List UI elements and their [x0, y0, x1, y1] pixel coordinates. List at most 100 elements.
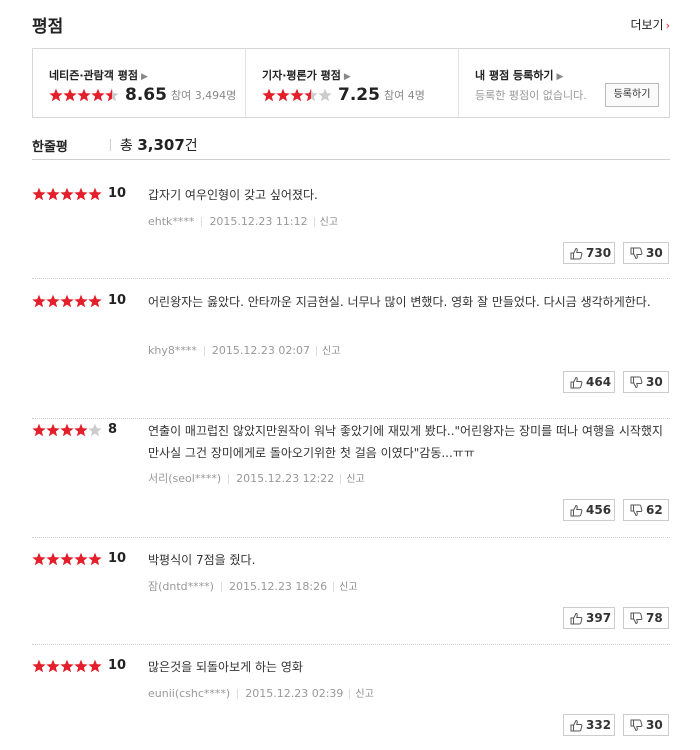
star-full-icon — [46, 659, 60, 673]
my-rating-note: 등록한 평점이 없습니다. — [475, 89, 587, 102]
my-rating-link[interactable]: 내 평점 등록하기 ▶ — [475, 67, 563, 83]
triangle-right-icon: ▶ — [140, 72, 148, 82]
dislike-count: 30 — [646, 246, 663, 260]
more-label: 더보기 — [630, 18, 664, 32]
thumbs-up-icon — [570, 375, 583, 395]
star-full-icon — [290, 88, 304, 102]
review-item: 10 박평식이 7점을 줬다. 잠(dntd****) 2015.12.23 18… — [32, 551, 670, 645]
star-full-icon — [32, 552, 46, 566]
review-user: ehtk**** — [148, 215, 195, 228]
like-count: 397 — [586, 611, 612, 625]
review-text: 연출이 매끄럽진 않았지만원작이 워낙 좋았기에 재밌게 봤다.."어린왕자는 … — [148, 424, 663, 460]
star-full-icon — [88, 187, 102, 201]
review-meta: khy8**** 2015.12.23 02:07 신고 — [148, 342, 340, 357]
thumbs-down-icon — [630, 246, 643, 266]
star-full-icon — [32, 187, 46, 201]
thumbs-up-icon — [570, 246, 583, 266]
review-item: 10 많은것을 되돌아보게 하는 영화 eunii(cshc****) 2015.… — [32, 658, 670, 747]
report-link[interactable]: 신고 — [339, 582, 357, 593]
star-empty-icon — [88, 423, 102, 437]
like-button[interactable]: 332 — [563, 714, 615, 736]
thumbs-up-icon — [570, 611, 583, 631]
report-link[interactable]: 신고 — [320, 217, 338, 228]
register-rating-button[interactable]: 등록하기 — [605, 83, 659, 107]
like-count: 456 — [586, 503, 612, 517]
netizen-rating-link[interactable]: 네티즌·관람객 평점 ▶ — [49, 67, 148, 83]
critic-rating-label: 기자·평론가 평점 — [262, 69, 341, 82]
review-star-rating — [32, 187, 102, 201]
star-half-icon — [105, 88, 119, 102]
star-full-icon — [276, 88, 290, 102]
review-user: khy8**** — [148, 344, 197, 357]
star-full-icon — [46, 294, 60, 308]
like-button[interactable]: 730 — [563, 242, 615, 264]
like-button[interactable]: 397 — [563, 607, 615, 629]
review-star-rating — [32, 659, 102, 673]
divider — [237, 689, 239, 699]
review-score: 10 — [108, 658, 127, 673]
thumbs-down-icon — [630, 375, 643, 395]
report-link[interactable]: 신고 — [346, 474, 364, 485]
divider — [228, 474, 230, 484]
netizen-rating: 네티즌·관람객 평점 ▶ 8.65 참여 3,494명 — [33, 49, 245, 117]
star-full-icon — [46, 552, 60, 566]
star-full-icon — [60, 552, 74, 566]
star-full-icon — [32, 294, 46, 308]
chevron-right-icon: › — [665, 19, 670, 32]
star-full-icon — [74, 187, 88, 201]
review-item: 8 연출이 매끄럽진 않았지만원작이 워낙 좋았기에 재밌게 봤다.."어린왕자… — [32, 422, 670, 538]
dislike-count: 30 — [646, 718, 663, 732]
critic-count: 참여 4명 — [383, 89, 425, 102]
netizen-count: 참여 3,494명 — [170, 89, 237, 102]
divider — [340, 474, 342, 484]
critic-star-rating — [262, 88, 332, 102]
review-score: 10 — [108, 293, 127, 308]
review-text: 많은것을 되돌아보게 하는 영화 — [148, 660, 303, 674]
dislike-button[interactable]: 30 — [623, 371, 669, 393]
critic-rating: 기자·평론가 평점 ▶ 7.25 참여 4명 — [245, 49, 458, 117]
more-link[interactable]: 더보기 › — [630, 16, 670, 33]
report-link[interactable]: 신고 — [355, 689, 373, 700]
review-date: 2015.12.23 18:26 — [228, 580, 328, 593]
review-meta: 잠(dntd****) 2015.12.23 18:26 신고 — [148, 578, 358, 594]
dislike-count: 62 — [646, 503, 663, 517]
dislike-button[interactable]: 62 — [623, 499, 669, 521]
star-full-icon — [88, 659, 102, 673]
review-star-rating — [32, 552, 102, 566]
critic-rating-link[interactable]: 기자·평론가 평점 ▶ — [262, 67, 351, 83]
thumbs-up-icon — [570, 503, 583, 523]
review-date: 2015.12.23 12:22 — [236, 472, 335, 485]
divider — [203, 346, 205, 356]
divider — [316, 346, 318, 356]
review-meta: eunii(cshc****) 2015.12.23 02:39 신고 — [148, 685, 374, 700]
dislike-button[interactable]: 78 — [623, 607, 669, 629]
dislike-count: 30 — [646, 375, 663, 389]
dislike-button[interactable]: 30 — [623, 714, 669, 736]
star-full-icon — [88, 552, 102, 566]
review-score: 10 — [108, 551, 127, 566]
review-meta: 서리(seol****) 2015.12.23 12:22 신고 — [148, 470, 365, 486]
like-count: 464 — [586, 375, 612, 389]
review-date: 2015.12.23 02:39 — [245, 687, 344, 700]
my-rating: 내 평점 등록하기 ▶ 등록한 평점이 없습니다. 등록하기 — [458, 49, 669, 117]
like-count: 730 — [586, 246, 612, 260]
report-link[interactable]: 신고 — [322, 346, 340, 357]
netizen-rating-label: 네티즌·관람객 평점 — [49, 69, 138, 82]
count-suffix: 건 — [184, 138, 198, 154]
review-meta: ehtk**** 2015.12.23 11:12 신고 — [148, 213, 338, 228]
star-full-icon — [63, 88, 77, 102]
like-button[interactable]: 456 — [563, 499, 615, 521]
count-prefix: 총 — [120, 138, 133, 154]
section-title: 평점 — [32, 17, 64, 37]
star-full-icon — [88, 294, 102, 308]
review-item: 10 어린왕자는 옳았다. 안타까운 지금현실. 너무나 많이 변했다. 영화 … — [32, 293, 670, 419]
dislike-button[interactable]: 30 — [623, 242, 669, 264]
one-liner-label: 한줄평 — [32, 140, 68, 155]
like-button[interactable]: 464 — [563, 371, 615, 393]
thumbs-down-icon — [630, 718, 643, 738]
star-full-icon — [74, 552, 88, 566]
star-full-icon — [74, 294, 88, 308]
star-full-icon — [32, 659, 46, 673]
rating-summary: 네티즌·관람객 평점 ▶ 8.65 참여 3,494명 기자·평론가 평점 ▶ 7.2… — [32, 48, 670, 118]
star-full-icon — [91, 88, 105, 102]
